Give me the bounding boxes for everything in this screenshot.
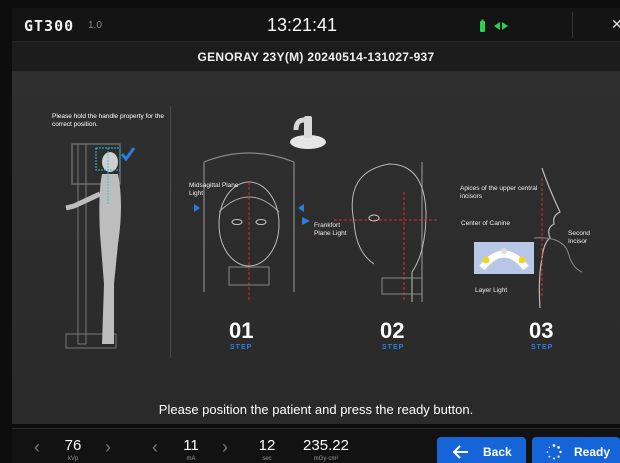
ma-decrease-chevron-left-icon[interactable]: ‹ [152, 437, 158, 458]
kvp-decrease-chevron-left-icon[interactable]: ‹ [34, 437, 40, 458]
ready-label: Ready [574, 445, 611, 459]
patient-info-bar: GENORAY 23Y(M) 20240514-131027-937 [12, 42, 620, 72]
network-icon [494, 22, 508, 30]
back-label: Back [483, 445, 512, 459]
exposure-toolbar: ‹ 76 kVp › ‹ 11 mA › 12 sec 235.22 mGy·c… [12, 428, 620, 463]
app-version: 1.0 [88, 20, 102, 31]
app-logo: GT300 [24, 17, 75, 35]
step1-head-front [194, 152, 304, 302]
back-button[interactable]: Back [437, 437, 526, 463]
sec-unit: sec [262, 456, 272, 462]
step-2-number: 02 [380, 318, 405, 343]
ma-value: 11 [183, 437, 199, 454]
ma-unit: mA [186, 456, 196, 462]
check-icon [120, 147, 136, 162]
battery-icon [480, 19, 485, 32]
arrow-right-icon [302, 217, 310, 225]
divider [170, 106, 171, 358]
hold-handle-note: Please hold the handle property for the … [52, 113, 165, 128]
kvp-increase-chevron-right-icon[interactable]: › [105, 437, 111, 458]
kvp-value: 76 [64, 437, 82, 454]
left-arrow-icon [453, 445, 468, 459]
dose-unit: mGy·cm² [313, 456, 339, 462]
midsagittal-label: Midsagittal Plane Light [189, 182, 239, 197]
step-1-number: 01 [229, 318, 254, 343]
layer-light-label: Layer Light [475, 287, 508, 294]
step-3-word: STEP [531, 344, 554, 351]
patient-standing-illustration [65, 143, 136, 349]
positioning-guide: Please hold the handle property for the … [12, 72, 620, 424]
canine-label: Center of Canine [461, 220, 511, 227]
status-area [480, 19, 508, 32]
window-controls: ✕ [572, 12, 620, 38]
spinner-icon [546, 444, 562, 460]
ma-increase-chevron-right-icon[interactable]: › [222, 437, 228, 458]
clock: 13:21:41 [267, 15, 338, 35]
kvp-unit: kVp [67, 456, 79, 462]
step-2-word: STEP [382, 344, 405, 351]
sec-value: 12 [258, 437, 276, 454]
instruction-text: Please position the patient and press th… [158, 402, 474, 417]
dose-value: 235.22 [303, 437, 349, 454]
ready-button[interactable]: Ready [532, 437, 620, 463]
title-bar: GT300 1.0 13:21:41 ✕ [12, 8, 620, 42]
step-1-word: STEP [230, 344, 253, 351]
dental-arch-icon [474, 242, 534, 274]
step-3-number: 03 [529, 318, 554, 343]
frankfort-label: Frankfort Plane Light [314, 222, 347, 237]
apices-label: Apices of the upper central incisors [460, 185, 538, 200]
second-incisor-label: Second Incisor [568, 230, 591, 245]
close-icon[interactable]: ✕ [611, 16, 620, 33]
chinrest-icon [290, 116, 326, 149]
